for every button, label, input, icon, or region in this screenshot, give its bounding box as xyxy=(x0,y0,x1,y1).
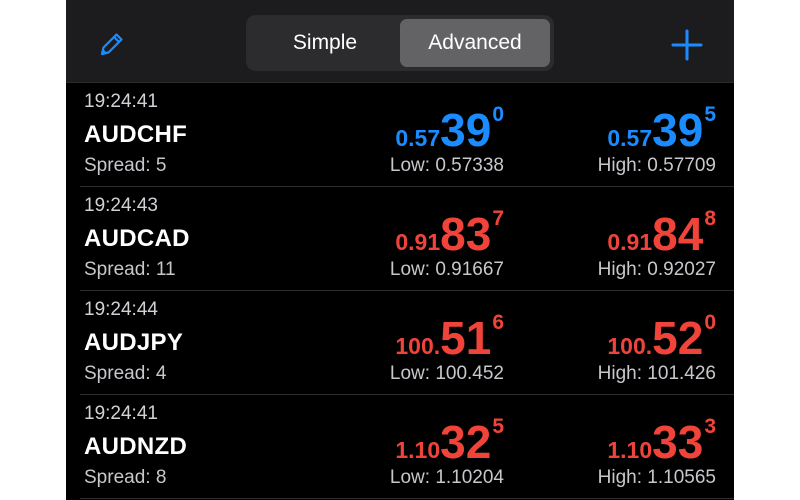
bid-price-fraction: 5 xyxy=(492,415,504,438)
bid-price-fraction: 0 xyxy=(492,103,504,126)
bid-price-pips: 51 xyxy=(440,312,492,364)
quote-row-audchf[interactable]: 19:24:41 AUDCHF Spread: 5 0.57 39 0 0.57… xyxy=(66,83,734,187)
bid-price-prefix: 0.91 xyxy=(395,229,441,255)
symbol-name: AUDNZD xyxy=(84,433,188,460)
high-value: High: 0.92027 xyxy=(597,259,716,280)
ask-price[interactable]: 0.91 84 8 xyxy=(607,207,716,257)
tab-advanced[interactable]: Advanced xyxy=(400,19,550,67)
high-value: High: 1.10565 xyxy=(597,467,716,488)
high-value: High: 0.57709 xyxy=(597,155,716,176)
edit-button[interactable] xyxy=(94,26,130,62)
low-value: Low: 0.57338 xyxy=(389,155,504,176)
bid-price-pips: 39 xyxy=(440,104,492,156)
plus-icon xyxy=(671,29,703,61)
view-mode-segmented-control: Simple Advanced xyxy=(246,15,554,71)
quote-row-audnzd[interactable]: 19:24:41 AUDNZD Spread: 8 1.10 32 5 1.10… xyxy=(66,395,734,499)
quote-row-audjpy[interactable]: 19:24:44 AUDJPY Spread: 4 100. 51 6 100.… xyxy=(66,291,734,395)
quote-time: 19:24:44 xyxy=(84,299,158,320)
symbol-name: AUDCHF xyxy=(84,121,188,148)
ask-price-pips: 52 xyxy=(652,312,704,364)
ask-price[interactable]: 0.57 39 5 xyxy=(607,103,716,153)
bid-price-pips: 32 xyxy=(440,416,492,468)
spread-value: Spread: 8 xyxy=(84,467,167,488)
ask-price[interactable]: 1.10 33 3 xyxy=(607,415,716,465)
bid-price-prefix: 0.57 xyxy=(395,125,441,151)
ask-price-prefix: 1.10 xyxy=(607,437,653,463)
quote-time: 19:24:43 xyxy=(84,195,158,216)
ask-price-pips: 84 xyxy=(652,208,704,260)
quote-time: 19:24:41 xyxy=(84,403,158,424)
bid-price-prefix: 1.10 xyxy=(395,437,441,463)
pencil-icon xyxy=(100,33,123,56)
navigation-bar: Simple Advanced xyxy=(66,0,734,83)
tab-simple[interactable]: Simple xyxy=(250,19,400,67)
high-value: High: 101.426 xyxy=(597,363,716,384)
bid-price-fraction: 7 xyxy=(492,207,504,230)
ask-price-pips: 39 xyxy=(652,104,704,156)
low-value: Low: 0.91667 xyxy=(389,259,504,280)
ask-price-pips: 33 xyxy=(652,416,704,468)
add-symbol-button[interactable] xyxy=(666,24,708,66)
ask-price-fraction: 3 xyxy=(704,415,716,438)
ask-price-prefix: 0.57 xyxy=(607,125,653,151)
ask-price-fraction: 5 xyxy=(704,103,716,126)
bid-price-pips: 83 xyxy=(440,208,492,260)
quotes-screen: Simple Advanced 19:24:41 AUDCHF Spread: … xyxy=(66,0,734,500)
low-value: Low: 100.452 xyxy=(389,363,504,384)
bid-price[interactable]: 1.10 32 5 xyxy=(395,415,504,465)
bid-price-prefix: 100. xyxy=(395,333,441,359)
bid-price[interactable]: 0.57 39 0 xyxy=(395,103,504,153)
low-value: Low: 1.10204 xyxy=(389,467,504,488)
ask-price-prefix: 100. xyxy=(607,333,653,359)
ask-price-fraction: 8 xyxy=(704,207,716,230)
spread-value: Spread: 4 xyxy=(84,363,167,384)
bid-price[interactable]: 0.91 83 7 xyxy=(395,207,504,257)
symbol-name: AUDJPY xyxy=(84,329,184,356)
ask-price-fraction: 0 xyxy=(704,311,716,334)
ask-price-prefix: 0.91 xyxy=(607,229,653,255)
spread-value: Spread: 5 xyxy=(84,155,167,176)
symbol-name: AUDCAD xyxy=(84,225,190,252)
ask-price[interactable]: 100. 52 0 xyxy=(607,311,716,361)
bid-price-fraction: 6 xyxy=(492,311,504,334)
bid-price[interactable]: 100. 51 6 xyxy=(395,311,504,361)
row-divider xyxy=(80,498,734,499)
quote-time: 19:24:41 xyxy=(84,91,158,112)
spread-value: Spread: 11 xyxy=(84,259,176,280)
quote-row-audcad[interactable]: 19:24:43 AUDCAD Spread: 11 0.91 83 7 0.9… xyxy=(66,187,734,291)
